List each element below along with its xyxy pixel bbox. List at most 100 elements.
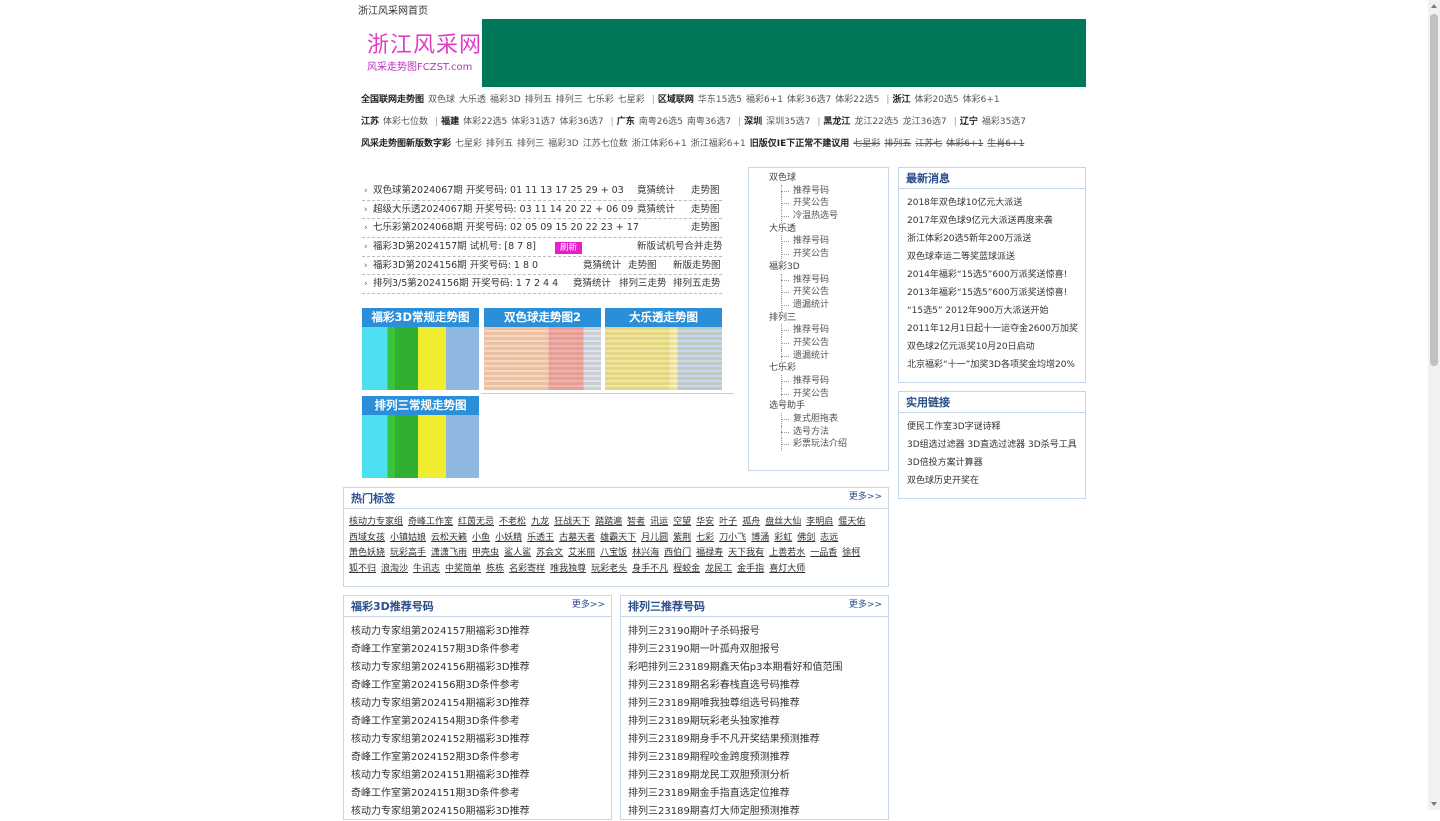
nav-link[interactable]: 体彩36选7 xyxy=(787,95,831,105)
rec-item[interactable]: 排列三23189期金手指直选定位推荐 xyxy=(628,785,888,803)
tag-link[interactable]: 徐柯 xyxy=(842,548,860,558)
tree-item[interactable]: 开奖公告 xyxy=(769,387,847,401)
nav-link[interactable]: 七星彩 xyxy=(853,139,880,149)
page-scrollbar[interactable] xyxy=(1428,0,1440,810)
result-link[interactable]: 竟猜统计 xyxy=(637,201,675,219)
nav-link[interactable]: 体彩22选5 xyxy=(463,117,507,127)
tree-item[interactable]: 推荐号码 xyxy=(769,273,847,287)
nav-link[interactable]: 体彩36选7 xyxy=(559,117,603,127)
tag-link[interactable]: 名彩寄样 xyxy=(509,564,545,574)
nav-link[interactable]: 体彩七位数 xyxy=(383,117,428,127)
tag-link[interactable]: 华安 xyxy=(696,517,714,527)
tree-item[interactable]: 彩票玩法介绍 xyxy=(769,438,847,451)
thumb-ssq-trend[interactable]: 双色球走势图2 xyxy=(484,308,601,390)
tag-link[interactable]: 八宝饭 xyxy=(600,548,627,558)
nav-link[interactable]: 体彩31选7 xyxy=(511,117,555,127)
tag-link[interactable]: 潇潇飞雨 xyxy=(431,548,467,558)
rec-item[interactable]: 排列三23189期唯我独尊组选号码推荐 xyxy=(628,695,888,713)
link-item[interactable]: 3D组选过滤器 3D直选过滤器 3D杀号工具 xyxy=(907,436,1085,454)
tag-link[interactable]: 天下我有 xyxy=(728,548,764,558)
news-item[interactable]: 2013年福彩“15选5”600万派奖送惊喜! xyxy=(907,284,1085,302)
rec-item[interactable]: 排列三23189期喜灯大师定胆预测推荐 xyxy=(628,803,888,821)
result-link[interactable]: 新版走势图 xyxy=(673,257,721,275)
nav-link[interactable]: 福彩35选7 xyxy=(982,117,1026,127)
result-link[interactable]: 走势图 xyxy=(691,219,720,237)
thumb-dlt-trend[interactable]: 大乐透走势图 xyxy=(605,308,722,390)
nav-link[interactable]: 浙江体彩6+1 xyxy=(632,139,687,149)
nav-link[interactable]: 福彩3D xyxy=(548,139,579,149)
tag-link[interactable]: 踏踏遍 xyxy=(595,517,622,527)
nav-link[interactable]: 深圳35选7 xyxy=(766,117,810,127)
news-item[interactable]: 2017年双色球9亿元大派送再度来袭 xyxy=(907,212,1085,230)
tree-group[interactable]: 排列三 xyxy=(769,312,847,325)
tag-link[interactable]: 程蛟金 xyxy=(673,564,700,574)
news-item[interactable]: 2018年双色球10亿元大派送 xyxy=(907,194,1085,212)
result-link[interactable]: 走势图 xyxy=(691,201,720,219)
tree-item[interactable]: 开奖公告 xyxy=(769,248,847,261)
rec-item[interactable]: 排列三23189期身手不凡开奖结果预测推荐 xyxy=(628,731,888,749)
nav-link[interactable]: 南粤36选7 xyxy=(687,117,731,127)
nav-link[interactable]: 体彩22选5 xyxy=(835,95,879,105)
nav-link[interactable]: 七乐彩 xyxy=(587,95,614,105)
rec-item[interactable]: 核动力专家组第2024152期福彩3D推荐 xyxy=(351,731,611,749)
result-link[interactable]: 走势图 xyxy=(628,257,657,275)
rec-item[interactable]: 核动力专家组第2024154期福彩3D推荐 xyxy=(351,695,611,713)
site-logo[interactable]: 浙江风采网 风采走势图FCZST.com xyxy=(367,27,482,73)
rec-item[interactable]: 彩吧排列三23189期鑫天佑p3本期看好和值范围 xyxy=(628,659,888,677)
news-item[interactable]: 2014年福彩“15选5”600万派奖送惊喜! xyxy=(907,266,1085,284)
rec-item[interactable]: 排列三23190期叶子杀码报号 xyxy=(628,623,888,641)
tag-link[interactable]: 狐不归 xyxy=(349,564,376,574)
tag-link[interactable]: 身手不凡 xyxy=(632,564,668,574)
tag-link[interactable]: 鲨人鲨 xyxy=(504,548,531,558)
tag-link[interactable]: 一品香 xyxy=(810,548,837,558)
news-item[interactable]: 浙江体彩20选5新年200万派送 xyxy=(907,230,1085,248)
tag-link[interactable]: 林兴海 xyxy=(632,548,659,558)
tag-link[interactable]: 小妖精 xyxy=(495,533,522,543)
news-item[interactable]: 2011年12月1日起十一运夺金2600万加奖 xyxy=(907,320,1085,338)
rec-item[interactable]: 核动力专家组第2024157期福彩3D推荐 xyxy=(351,623,611,641)
nav-link[interactable]: 大乐透 xyxy=(459,95,486,105)
tag-link[interactable]: 苏会文 xyxy=(536,548,563,558)
tag-link[interactable]: 盘丝大仙 xyxy=(765,517,801,527)
result-link[interactable]: 排列五走势 xyxy=(673,275,721,293)
rec-item[interactable]: 奇峰工作室第2024152期3D条件参考 xyxy=(351,749,611,767)
tag-link[interactable]: 博涌 xyxy=(751,533,769,543)
tag-link[interactable]: 彩虹 xyxy=(774,533,792,543)
nav-link[interactable]: 七星彩 xyxy=(618,95,645,105)
nav-link[interactable]: 七星彩 xyxy=(455,139,482,149)
rec-item[interactable]: 奇峰工作室第2024154期3D条件参考 xyxy=(351,713,611,731)
tag-link[interactable]: 中奖简单 xyxy=(445,564,481,574)
tree-item[interactable]: 开奖公告 xyxy=(769,286,847,299)
tag-link[interactable]: 空望 xyxy=(673,517,691,527)
rec-item[interactable]: 排列三23189期程咬金跨度预测推荐 xyxy=(628,749,888,767)
tag-link[interactable]: 萧色妖娆 xyxy=(349,548,385,558)
tag-link[interactable]: 刀小飞 xyxy=(719,533,746,543)
tree-item[interactable]: 推荐号码 xyxy=(769,375,847,388)
nav-link[interactable]: 排列五 xyxy=(525,95,552,105)
tag-link[interactable]: 小鱼 xyxy=(472,533,490,543)
tag-link[interactable]: 金手指 xyxy=(737,564,764,574)
tree-group[interactable]: 大乐透 xyxy=(769,223,847,236)
result-link[interactable]: 新版试机号合并走势 xyxy=(637,238,723,256)
nav-link[interactable]: 排列三 xyxy=(556,95,583,105)
tree-item[interactable]: 开奖公告 xyxy=(769,197,847,210)
tag-link[interactable]: 七彩 xyxy=(696,533,714,543)
refresh-button[interactable]: 刷新 xyxy=(555,242,583,255)
home-link[interactable]: 浙江风采网首页 xyxy=(358,2,428,17)
scroll-down-icon[interactable] xyxy=(1431,802,1437,806)
tag-link[interactable]: 智者 xyxy=(627,517,645,527)
recpl3-more-link[interactable]: 更多>> xyxy=(849,596,882,615)
tag-link[interactable]: 喜灯大师 xyxy=(769,564,805,574)
tree-group[interactable]: 双色球 xyxy=(769,172,847,185)
result-link[interactable]: 竟猜统计 xyxy=(573,275,611,293)
tag-link[interactable]: 不老松 xyxy=(499,517,526,527)
tree-item[interactable]: 推荐号码 xyxy=(769,184,847,198)
tag-link[interactable]: 偃天佑 xyxy=(838,517,865,527)
link-item[interactable]: 双色球历史开奖在 xyxy=(907,472,1085,490)
result-link[interactable]: 走势图 xyxy=(691,182,720,200)
tag-link[interactable]: 佛剑 xyxy=(797,533,815,543)
nav-link[interactable]: 江苏七位数 xyxy=(583,139,628,149)
tag-link[interactable]: 紫荆 xyxy=(673,533,691,543)
tag-link[interactable]: 唯我独尊 xyxy=(550,564,586,574)
tag-link[interactable]: 牛讯志 xyxy=(413,564,440,574)
